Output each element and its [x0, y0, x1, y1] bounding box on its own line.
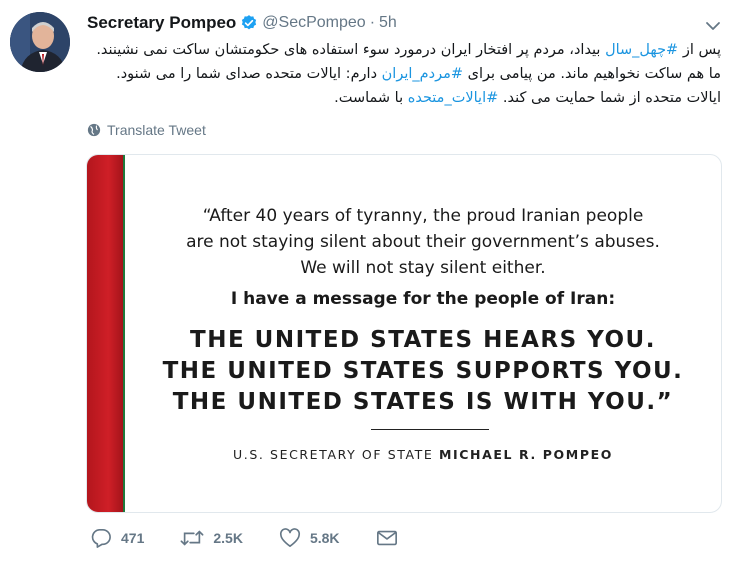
like-count: 5.8K — [309, 530, 340, 546]
quote-line: We will not stay silent either. — [300, 258, 546, 278]
retweet-button[interactable]: 2.5K — [180, 528, 243, 548]
red-flag-stripe — [87, 155, 123, 512]
quote-line: are not staying silent about their gover… — [186, 232, 660, 252]
tweet-text-segment: پس از — [678, 42, 721, 58]
translate-label: Translate Tweet — [107, 122, 206, 138]
reply-count: 471 — [121, 530, 145, 546]
separator-dot: · — [369, 14, 376, 31]
avatar-portrait-icon — [10, 12, 70, 72]
headline-line: THE UNITED STATES HEARS YOU. — [190, 327, 656, 353]
quote-line: “After 40 years of tyranny, the proud Ir… — [202, 206, 644, 226]
quote-text: “After 40 years of tyranny, the proud Ir… — [125, 203, 721, 281]
display-name[interactable]: Secretary Pompeo — [87, 13, 236, 33]
avatar[interactable] — [10, 12, 70, 72]
direct-message-button[interactable] — [376, 529, 407, 547]
tweet-text: پس از #چهل_سال بیداد، مردم پر افتخار ایر… — [87, 38, 721, 110]
signature-name: MICHAEL R. POMPEO — [438, 447, 613, 462]
headline-statement: THE UNITED STATES HEARS YOU. THE UNITED … — [125, 325, 721, 418]
tweet-actions: 471 2.5K 5.8K — [90, 528, 443, 548]
hashtag-link[interactable]: #چهل_سال — [605, 42, 678, 58]
retweet-icon — [180, 530, 204, 546]
tweet: Secretary Pompeo @SecPompeo · 5h پس از #… — [0, 0, 735, 565]
hashtag-link[interactable]: #مردم_ایران — [382, 66, 463, 82]
tweet-time[interactable]: 5h — [379, 14, 397, 32]
envelope-icon — [376, 530, 397, 546]
author-handle[interactable]: @SecPompeo — [262, 14, 365, 32]
signature: U.S. SECRETARY OF STATE MICHAEL R. POMPE… — [125, 447, 721, 462]
message-heading: I have a message for the people of Iran: — [230, 289, 616, 309]
retweet-count: 2.5K — [213, 530, 243, 546]
reply-button[interactable]: 471 — [90, 528, 144, 548]
headline-line: THE UNITED STATES IS WITH YOU.” — [172, 389, 674, 415]
like-button[interactable]: 5.8K — [279, 528, 340, 548]
tweet-text-segment: با شماست. — [334, 90, 408, 106]
verified-badge-icon — [240, 14, 258, 32]
media-card[interactable]: “After 40 years of tyranny, the proud Ir… — [86, 154, 722, 513]
translate-tweet-link[interactable]: Translate Tweet — [87, 122, 206, 138]
tweet-header: Secretary Pompeo @SecPompeo · 5h — [87, 13, 397, 33]
divider-rule — [371, 429, 489, 430]
reply-icon — [91, 529, 111, 548]
heart-icon — [279, 528, 300, 547]
signature-title: U.S. SECRETARY OF STATE — [233, 447, 439, 462]
more-options-chevron-down-icon[interactable] — [705, 18, 721, 34]
headline-line: THE UNITED STATES SUPPORTS YOU. — [162, 358, 684, 384]
globe-icon — [87, 123, 101, 137]
hashtag-link[interactable]: #ایالات_متحده — [408, 90, 499, 106]
